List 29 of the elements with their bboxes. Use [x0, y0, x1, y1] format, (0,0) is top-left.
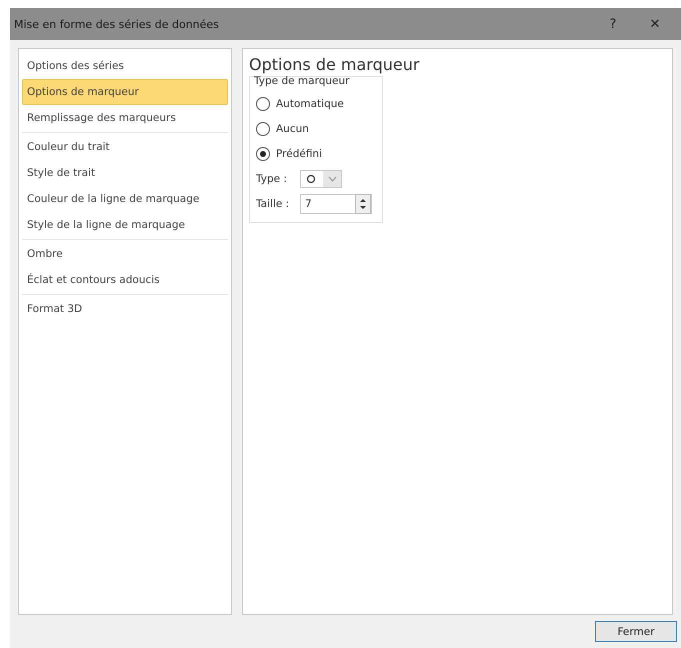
radio-button[interactable] — [256, 122, 270, 136]
window-title: Mise en forme des séries de données — [14, 18, 220, 30]
chevron-down-icon — [328, 176, 336, 182]
type-label: Type : — [256, 172, 288, 184]
category-item[interactable]: Style de la ligne de marquage — [22, 212, 228, 238]
group-title: Type de marqueur — [254, 75, 350, 87]
size-label: Taille : — [256, 198, 290, 210]
help-button[interactable]: ? — [593, 16, 633, 32]
panel-heading: Options de marqueur — [249, 55, 420, 74]
radio-label: Aucun — [276, 122, 309, 134]
category-item[interactable]: Options des séries — [22, 53, 228, 79]
radio-label: Automatique — [276, 98, 344, 110]
category-item[interactable]: Ombre — [22, 241, 228, 267]
close-dialog-button[interactable]: Fermer — [595, 621, 677, 642]
radio-button[interactable] — [256, 146, 270, 160]
category-item[interactable]: Options de marqueur — [22, 79, 228, 105]
category-item[interactable]: Couleur de la ligne de marquage — [22, 186, 228, 212]
radio-button[interactable] — [256, 96, 270, 110]
spinner-arrows-icon[interactable] — [355, 194, 371, 214]
marker-type-dropdown[interactable] — [300, 170, 342, 188]
circle-marker-icon — [306, 174, 316, 184]
category-item[interactable]: Format 3D — [22, 296, 228, 322]
radio-label: Prédéfini — [276, 148, 322, 160]
category-item[interactable]: Éclat et contours adoucis — [22, 267, 228, 293]
close-button[interactable]: ✕ — [635, 16, 675, 32]
category-item[interactable]: Remplissage des marqueurs — [22, 105, 228, 131]
category-item[interactable]: Style de trait — [22, 160, 228, 186]
size-field[interactable]: 7 — [301, 198, 312, 210]
category-item[interactable]: Couleur du trait — [22, 134, 228, 160]
